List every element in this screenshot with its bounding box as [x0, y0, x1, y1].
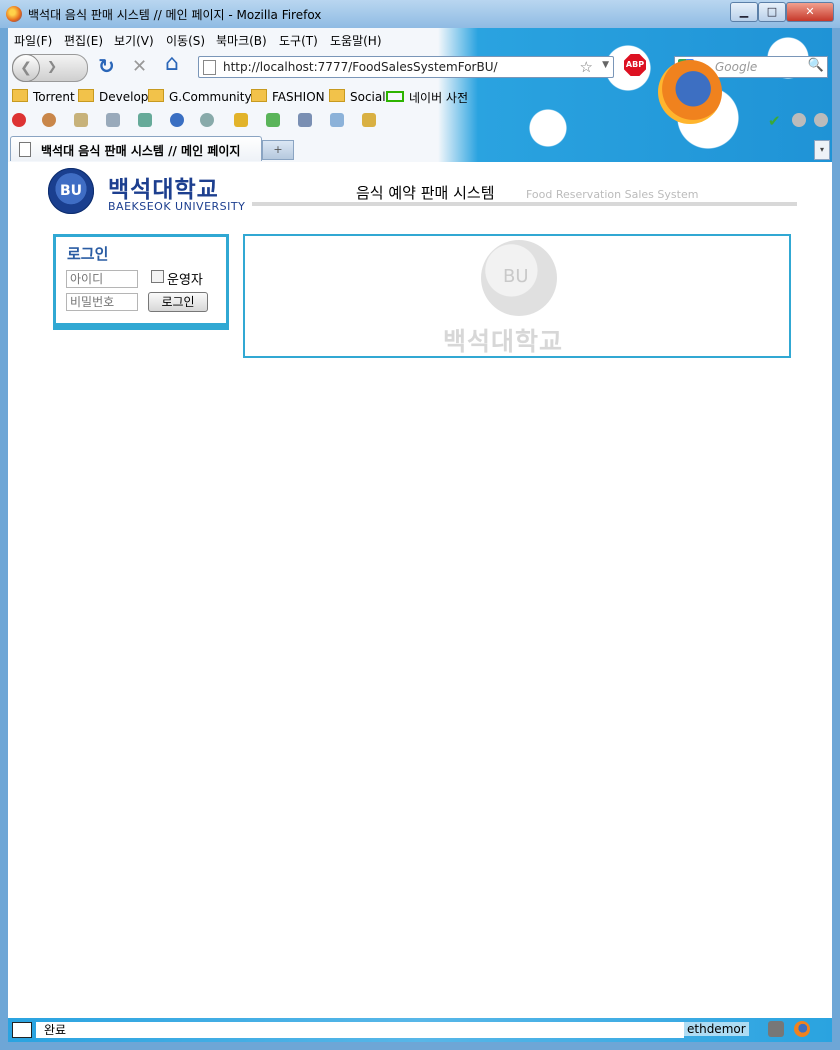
folder-icon: [329, 89, 345, 102]
bookmark-star-icon[interactable]: ☆: [580, 58, 593, 76]
bookmark-fashion[interactable]: FASHION: [251, 89, 325, 104]
page-content: BU 백석대학교 BAEKSEOK UNIVERSITY 음식 예약 판매 시스…: [8, 162, 832, 1018]
tab-bar: 백석대 음식 판매 시스템 // 메인 페이지 + ▾: [8, 134, 832, 162]
page-title: 음식 예약 판매 시스템: [356, 184, 495, 202]
naver-icon: [386, 91, 404, 102]
folder-icon: [251, 89, 267, 102]
maximize-button[interactable]: □: [758, 2, 786, 22]
status-bar: 완료 ethdemor: [8, 1018, 832, 1042]
bookmark-social[interactable]: Social: [329, 89, 386, 104]
watermark-text: 백석대학교: [443, 327, 564, 356]
resize-icon[interactable]: [266, 113, 280, 127]
card-icon[interactable]: [74, 113, 88, 127]
menu-go[interactable]: 이동(S): [166, 32, 205, 49]
status-dot-icon: [814, 113, 828, 127]
browser-window: 백석대 음식 판매 시스템 // 메인 페이지 - Mozilla Firefo…: [0, 0, 840, 1050]
tab-list-button[interactable]: ▾: [814, 140, 830, 160]
bookmark-label: G.Community: [169, 90, 252, 104]
bookmark-torrent[interactable]: Torrent: [12, 89, 75, 104]
close-button[interactable]: ✕: [786, 2, 834, 22]
reload-icon[interactable]: ↻: [98, 56, 115, 76]
stop-icon[interactable]: ✕: [132, 58, 147, 76]
status-icon: [12, 1022, 32, 1038]
status-user[interactable]: ethdemor: [684, 1022, 749, 1036]
status-dot-icon: [792, 113, 806, 127]
wrench-icon[interactable]: [298, 113, 312, 127]
operator-label: 운영자: [167, 273, 203, 288]
operator-checkbox[interactable]: [151, 270, 164, 283]
page-icon: [203, 60, 216, 75]
login-panel: 로그인 운영자 로그인: [53, 234, 229, 330]
tab-main-page[interactable]: 백석대 음식 판매 시스템 // 메인 페이지: [10, 136, 262, 161]
forward-button[interactable]: ❯: [47, 59, 57, 73]
page-icon: [19, 142, 31, 157]
main-content-panel: BU 백석대학교: [243, 234, 791, 358]
browser-chrome: 파일(F) 편집(E) 보기(V) 이동(S) 북마크(B) 도구(T) 도움말…: [8, 28, 832, 162]
bookmark-label: 네이버 사전: [409, 91, 469, 105]
globe-icon[interactable]: [200, 113, 214, 127]
home-icon[interactable]: ⌂: [165, 53, 179, 75]
user-icon[interactable]: [42, 113, 56, 127]
password-input[interactable]: [66, 293, 138, 311]
adblock-icon[interactable]: ABP: [624, 54, 646, 76]
menu-help[interactable]: 도움말(H): [330, 32, 382, 49]
folder-icon: [78, 89, 94, 102]
user-id-input[interactable]: [66, 270, 138, 288]
emblem-ring: [48, 168, 94, 214]
new-tab-button[interactable]: +: [262, 140, 294, 160]
url-text[interactable]: http://localhost:7777/FoodSalesSystemFor…: [223, 60, 498, 74]
menu-bookmarks[interactable]: 북마크(B): [216, 32, 267, 49]
watermark-mark: BU: [503, 266, 529, 287]
bookmark-label: FASHION: [272, 90, 325, 104]
university-english-name: BAEKSEOK UNIVERSITY: [108, 200, 246, 213]
check-icon: ✔: [768, 112, 781, 130]
firefox-icon: [6, 6, 22, 22]
menu-bar: 파일(F) 편집(E) 보기(V) 이동(S) 북마크(B) 도구(T) 도움말…: [8, 28, 832, 50]
login-button[interactable]: 로그인: [148, 292, 208, 312]
export-icon[interactable]: [330, 113, 344, 127]
folder-icon: [148, 89, 164, 102]
university-name[interactable]: 백석대학교: [108, 170, 219, 204]
bookmarks-toolbar: Torrent Develop G.Community FASHION Soci…: [8, 86, 832, 108]
addon-toolbar: ✔: [8, 110, 832, 132]
menu-tools[interactable]: 도구(T): [279, 32, 318, 49]
folder-icon: [12, 89, 28, 102]
minimize-button[interactable]: ▁: [730, 2, 758, 22]
image-icon[interactable]: [138, 113, 152, 127]
bookmark-label: Torrent: [33, 90, 75, 104]
menu-view[interactable]: 보기(V): [114, 32, 154, 49]
url-dropdown-icon[interactable]: ▼: [602, 60, 609, 70]
key-icon[interactable]: [362, 113, 376, 127]
title-bar: 백석대 음식 판매 시스템 // 메인 페이지 - Mozilla Firefo…: [0, 0, 840, 28]
form-icon[interactable]: [106, 113, 120, 127]
back-forward-group: ❮ ❯: [12, 54, 88, 82]
window-title: 백석대 음식 판매 시스템 // 메인 페이지 - Mozilla Firefo…: [28, 8, 322, 22]
bookmark-naver-dictionary[interactable]: 네이버 사전: [386, 89, 468, 106]
info-icon[interactable]: [170, 113, 184, 127]
tab-title: 백석대 음식 판매 시스템 // 메인 페이지: [41, 144, 241, 158]
menu-file[interactable]: 파일(F): [14, 32, 52, 49]
block-icon[interactable]: [12, 113, 26, 127]
back-button[interactable]: ❮: [12, 54, 40, 82]
bookmark-gcommunity[interactable]: G.Community: [148, 89, 252, 104]
page-subtitle: Food Reservation Sales System: [526, 188, 699, 201]
status-text: 완료: [36, 1022, 684, 1038]
bookmark-label: Social: [350, 90, 386, 104]
firefox-status-icon[interactable]: [794, 1021, 810, 1037]
header-divider: [252, 202, 797, 206]
search-icon[interactable]: 🔍: [808, 58, 824, 73]
login-heading: 로그인: [67, 245, 109, 263]
bookmark-label: Develop: [99, 90, 149, 104]
tools-icon[interactable]: [768, 1021, 784, 1037]
pencil-icon[interactable]: [234, 113, 248, 127]
bookmark-develop[interactable]: Develop: [78, 89, 148, 104]
menu-edit[interactable]: 편집(E): [64, 32, 103, 49]
url-bar[interactable]: http://localhost:7777/FoodSalesSystemFor…: [198, 56, 614, 78]
search-placeholder[interactable]: Google: [715, 60, 757, 74]
